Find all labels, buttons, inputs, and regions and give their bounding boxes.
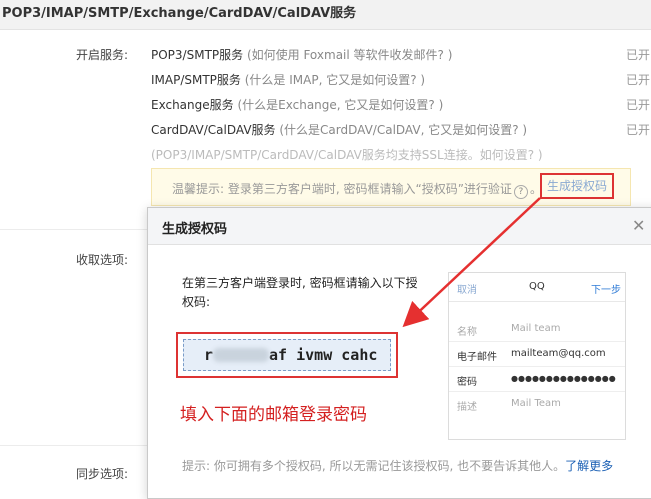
annotation-arrow xyxy=(402,197,541,328)
arrow-line xyxy=(402,197,541,328)
